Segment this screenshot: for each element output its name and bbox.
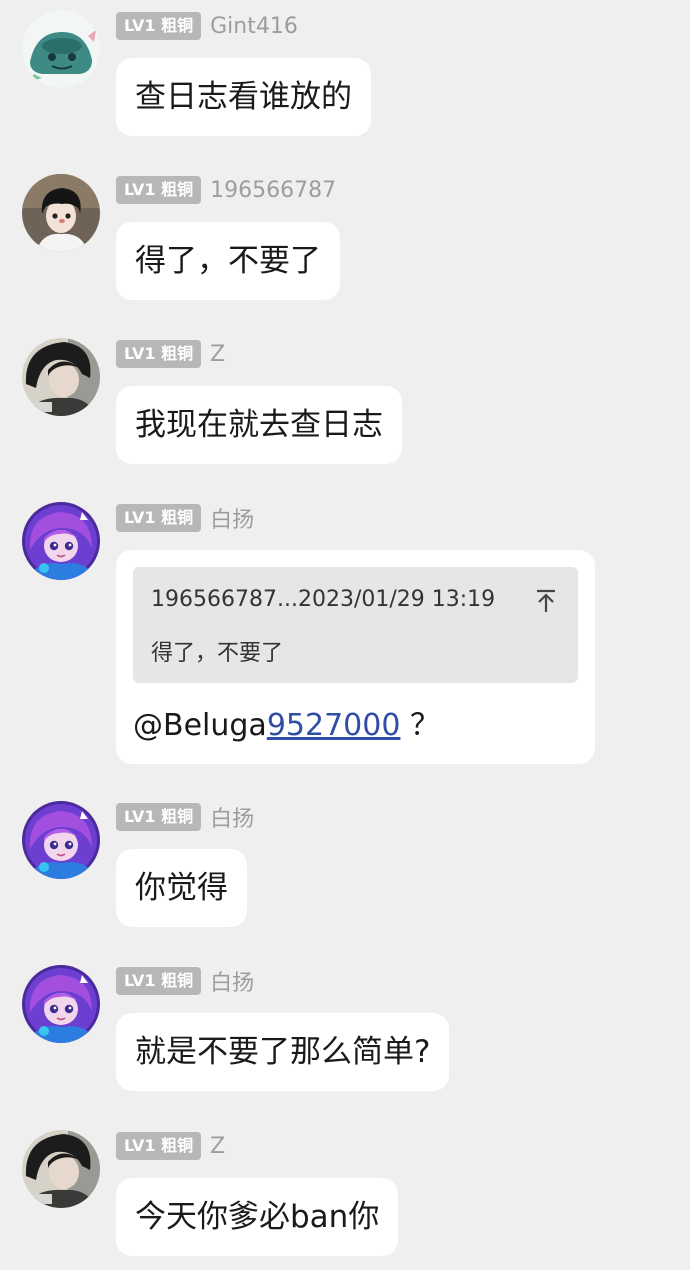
message-meta: LV1 粗铜 白扬: [116, 966, 254, 996]
level-badge: LV1 粗铜: [116, 12, 202, 40]
username[interactable]: 白扬: [210, 801, 254, 833]
anime-boy-avatar-icon: [22, 174, 100, 252]
chat-message: LV1 粗铜 Z 今天你爹必ban你: [0, 1130, 690, 1260]
message-bubble[interactable]: 今天你爹必ban你: [116, 1178, 399, 1256]
username[interactable]: 196566787: [210, 178, 336, 203]
username[interactable]: Z: [210, 1134, 225, 1159]
chat-message: LV1 粗铜 白扬 196566787...2023/01/29 13:19 得…: [0, 502, 690, 768]
level-badge: LV1 粗铜: [116, 1132, 202, 1160]
quoted-message[interactable]: 196566787...2023/01/29 13:19 得了，不要了: [133, 567, 578, 683]
chat-message: LV1 粗铜 白扬 就是不要了那么简单?: [0, 965, 690, 1095]
quote-text: 得了，不要了: [151, 641, 284, 666]
level-badge: LV1 粗铜: [116, 504, 202, 532]
user-avatar[interactable]: [22, 1130, 100, 1208]
message-meta: LV1 粗铜 Z: [116, 1131, 225, 1161]
user-avatar[interactable]: [22, 174, 100, 252]
user-avatar[interactable]: [22, 801, 100, 879]
purple-anime-avatar-icon: [22, 965, 100, 1043]
reply-text: @Beluga9527000 ？: [133, 700, 440, 744]
message-meta: LV1 粗铜 196566787: [116, 175, 336, 205]
username[interactable]: 白扬: [210, 502, 254, 534]
mention-suffix: ？: [400, 708, 440, 743]
chat-message: LV1 粗铜 白扬 你觉得: [0, 801, 690, 931]
mention-prefix: @Beluga: [133, 708, 267, 743]
level-badge: LV1 粗铜: [116, 967, 202, 995]
message-bubble[interactable]: 你觉得: [116, 849, 247, 927]
quote-header: 196566787...2023/01/29 13:19: [151, 587, 496, 612]
user-avatar[interactable]: [22, 338, 100, 416]
user-avatar[interactable]: [22, 965, 100, 1043]
chat-message: LV1 粗铜 Z 我现在就去查日志: [0, 338, 690, 468]
dark-hair-avatar-icon: [22, 338, 100, 416]
mention-link[interactable]: 9527000: [267, 708, 401, 743]
green-creature-avatar-icon: [22, 10, 100, 88]
message-bubble[interactable]: 查日志看谁放的: [116, 58, 371, 136]
message-bubble[interactable]: 我现在就去查日志: [116, 386, 402, 464]
level-badge: LV1 粗铜: [116, 176, 202, 204]
chat-message: LV1 粗铜 196566787 得了，不要了: [0, 174, 690, 304]
message-meta: LV1 粗铜 Gint416: [116, 11, 298, 41]
message-meta: LV1 粗铜 Z: [116, 339, 225, 369]
message-bubble[interactable]: 就是不要了那么简单?: [116, 1013, 450, 1091]
purple-anime-avatar-icon: [22, 502, 100, 580]
message-meta: LV1 粗铜 白扬: [116, 503, 254, 533]
quote-reply-bubble[interactable]: 196566787...2023/01/29 13:19 得了，不要了 @Bel…: [116, 550, 595, 764]
chat-message: LV1 粗铜 Gint416 查日志看谁放的: [0, 10, 690, 140]
username[interactable]: 白扬: [210, 965, 254, 997]
username[interactable]: Gint416: [210, 14, 298, 39]
message-meta: LV1 粗铜 白扬: [116, 802, 254, 832]
jump-to-message-icon[interactable]: [534, 587, 558, 615]
user-avatar[interactable]: [22, 502, 100, 580]
level-badge: LV1 粗铜: [116, 803, 202, 831]
user-avatar[interactable]: [22, 10, 100, 88]
dark-hair-avatar-icon: [22, 1130, 100, 1208]
message-bubble[interactable]: 得了，不要了: [116, 222, 340, 300]
purple-anime-avatar-icon: [22, 801, 100, 879]
level-badge: LV1 粗铜: [116, 340, 202, 368]
username[interactable]: Z: [210, 342, 225, 367]
